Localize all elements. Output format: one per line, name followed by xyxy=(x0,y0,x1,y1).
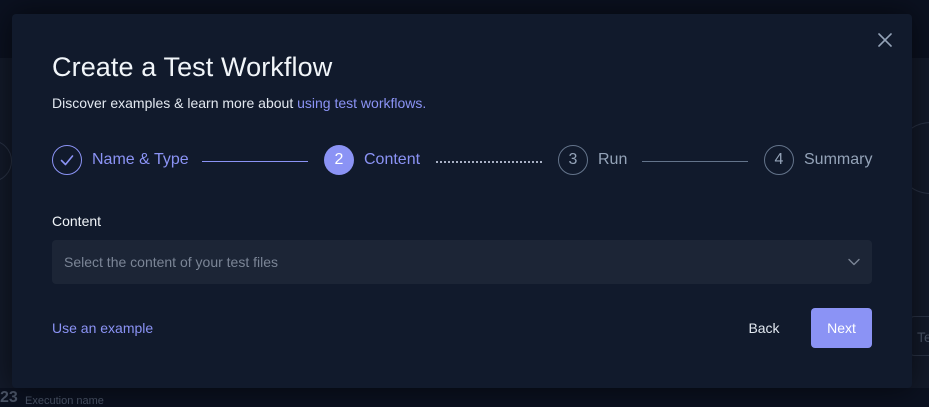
use-example-link[interactable]: Use an example xyxy=(52,320,153,336)
step-connector xyxy=(642,161,748,162)
step-label: Run xyxy=(598,151,628,168)
dialog-subtitle: Discover examples & learn more about usi… xyxy=(52,95,426,111)
stepper: Name & Type 2 Content 3 Run 4 Summary xyxy=(52,145,872,179)
content-field-label: Content xyxy=(52,213,102,229)
subtitle-text: Discover examples & learn more about xyxy=(52,95,298,111)
back-button[interactable]: Back xyxy=(737,308,791,348)
dialog-title: Create a Test Workflow xyxy=(52,52,333,82)
step-2-circle: 2 xyxy=(324,145,354,175)
background-caption: Execution name xyxy=(25,395,104,407)
step-connector xyxy=(202,161,308,162)
step-label: Name & Type xyxy=(92,151,189,168)
step-3-circle: 3 xyxy=(558,145,588,175)
step-summary[interactable]: 4 Summary xyxy=(764,145,872,175)
content-select[interactable]: Select the content of your test files xyxy=(52,240,872,284)
background-button-label: Te xyxy=(917,329,929,345)
next-button[interactable]: Next xyxy=(811,308,872,348)
step-name-type[interactable]: Name & Type xyxy=(52,145,189,175)
step-run[interactable]: 3 Run xyxy=(558,145,627,175)
create-workflow-dialog: Create a Test Workflow Discover examples… xyxy=(12,14,912,388)
step-content[interactable]: 2 Content xyxy=(324,145,420,175)
background-number: 23 xyxy=(0,389,18,406)
step-label: Content xyxy=(364,151,421,168)
background-button: Te xyxy=(910,316,929,356)
chevron-down-icon xyxy=(848,258,860,266)
close-icon xyxy=(878,33,892,47)
close-button[interactable] xyxy=(876,31,894,49)
step-4-circle: 4 xyxy=(764,145,794,175)
step-label: Summary xyxy=(804,151,873,168)
checkmark-icon xyxy=(60,155,74,166)
step-connector xyxy=(436,161,542,163)
content-select-placeholder: Select the content of your test files xyxy=(64,254,279,270)
step-1-circle xyxy=(52,145,82,175)
docs-link[interactable]: using test workflows. xyxy=(297,95,426,111)
